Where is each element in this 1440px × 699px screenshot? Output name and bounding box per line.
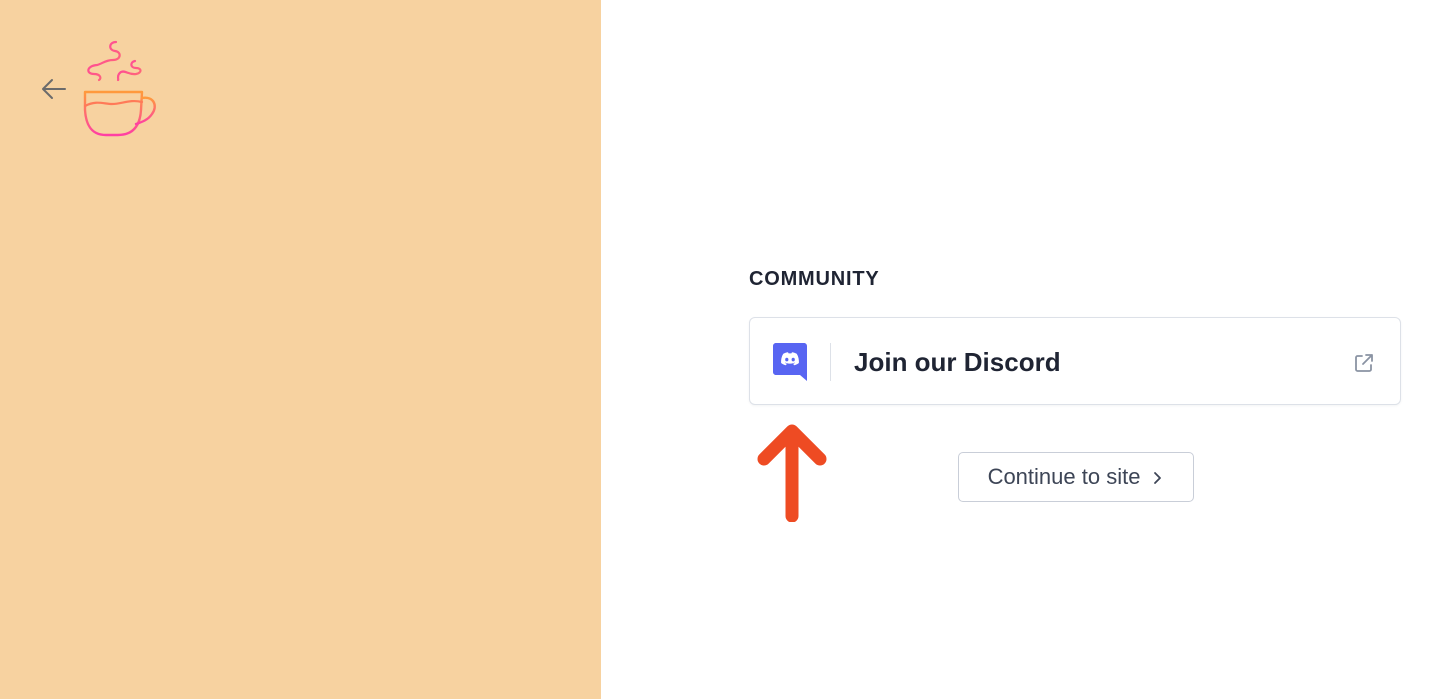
arrow-left-icon [42, 79, 66, 99]
page: COMMUNITY Join our Discord Continue to s… [0, 0, 1440, 699]
join-discord-label: Join our Discord [854, 347, 1061, 377]
left-panel [0, 0, 601, 699]
continue-to-site-label: Continue to site [987, 464, 1141, 489]
arrow-up-icon [757, 424, 827, 522]
section-heading: COMMUNITY [749, 268, 880, 290]
external-link-icon [1355, 354, 1373, 372]
card-divider [830, 343, 831, 381]
discord-icon [773, 343, 807, 381]
back-button[interactable] [38, 74, 70, 106]
continue-to-site-button[interactable]: Continue to site [958, 452, 1194, 502]
chevron-right-icon [1154, 472, 1162, 484]
join-discord-card[interactable]: Join our Discord [749, 317, 1401, 405]
coffee-cup-icon[interactable] [78, 40, 160, 140]
